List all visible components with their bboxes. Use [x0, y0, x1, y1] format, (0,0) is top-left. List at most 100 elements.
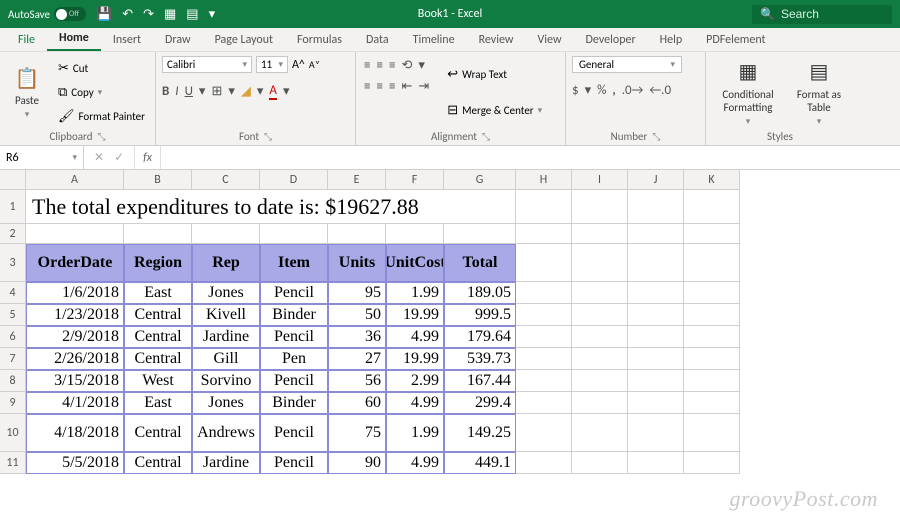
cell[interactable] — [572, 326, 628, 348]
cell[interactable]: 75 — [328, 414, 386, 452]
cell[interactable]: 167.44 — [444, 370, 516, 392]
row-header[interactable]: 7 — [0, 348, 26, 370]
underline-button[interactable]: U — [185, 84, 193, 99]
align-middle-icon[interactable]: ≡ — [376, 58, 382, 73]
cell[interactable]: Sorvino — [192, 370, 260, 392]
cell[interactable]: 149.25 — [444, 414, 516, 452]
cell[interactable]: Pencil — [260, 326, 328, 348]
cell[interactable] — [628, 304, 684, 326]
cell[interactable]: 4.99 — [386, 326, 444, 348]
cell[interactable] — [516, 244, 572, 282]
cell[interactable] — [628, 244, 684, 282]
cell[interactable]: Central — [124, 304, 192, 326]
cell[interactable]: 27 — [328, 348, 386, 370]
italic-button[interactable]: I — [175, 84, 178, 99]
col-header[interactable]: H — [516, 170, 572, 190]
cell[interactable]: East — [124, 392, 192, 414]
cell[interactable]: UnitCost — [386, 244, 444, 282]
cell[interactable] — [628, 224, 684, 244]
border-icon[interactable]: ⊞ — [211, 84, 222, 99]
cell[interactable]: The total expenditures to date is: $1962… — [26, 190, 516, 224]
cell[interactable]: Central — [124, 326, 192, 348]
cell[interactable]: Pencil — [260, 370, 328, 392]
qat-icon[interactable]: ▤ — [186, 7, 198, 22]
cell[interactable] — [628, 348, 684, 370]
cell[interactable] — [516, 282, 572, 304]
cell[interactable] — [628, 370, 684, 392]
cell[interactable]: Jones — [192, 392, 260, 414]
cancel-icon[interactable]: ✕ — [94, 150, 104, 165]
cell[interactable] — [572, 224, 628, 244]
align-center-icon[interactable]: ≡ — [376, 79, 382, 94]
cell[interactable] — [516, 452, 572, 474]
col-header[interactable]: C — [192, 170, 260, 190]
cell[interactable]: Kivell — [192, 304, 260, 326]
cell[interactable]: Item — [260, 244, 328, 282]
font-name-select[interactable]: Calibri▾ — [162, 56, 252, 73]
cell[interactable]: 179.64 — [444, 326, 516, 348]
row-header[interactable]: 4 — [0, 282, 26, 304]
row-header[interactable]: 9 — [0, 392, 26, 414]
undo-icon[interactable]: ↶ — [122, 7, 133, 22]
cell[interactable] — [684, 392, 740, 414]
row-header[interactable]: 3 — [0, 244, 26, 282]
cell[interactable] — [572, 190, 628, 224]
cell[interactable]: 4.99 — [386, 452, 444, 474]
cell[interactable]: 449.1 — [444, 452, 516, 474]
search-input[interactable] — [781, 7, 881, 21]
cell[interactable]: 50 — [328, 304, 386, 326]
cell[interactable] — [328, 224, 386, 244]
align-bottom-icon[interactable]: ≡ — [389, 58, 395, 73]
tab-insert[interactable]: Insert — [101, 29, 153, 51]
cell[interactable]: Gill — [192, 348, 260, 370]
cell[interactable]: 19.99 — [386, 304, 444, 326]
cell[interactable]: 3/15/2018 — [26, 370, 124, 392]
cell[interactable] — [684, 190, 740, 224]
tab-help[interactable]: Help — [648, 29, 695, 51]
cell[interactable] — [684, 282, 740, 304]
row-header[interactable]: 5 — [0, 304, 26, 326]
cell[interactable] — [628, 452, 684, 474]
col-header[interactable]: J — [628, 170, 684, 190]
cell[interactable] — [572, 348, 628, 370]
cell[interactable]: Central — [124, 348, 192, 370]
cell[interactable] — [628, 190, 684, 224]
enter-icon[interactable]: ✓ — [114, 150, 124, 165]
qat-dropdown-icon[interactable]: ▾ — [209, 7, 216, 22]
cell[interactable]: Rep — [192, 244, 260, 282]
launcher-icon[interactable]: ⤡ — [264, 130, 272, 143]
tab-data[interactable]: Data — [354, 29, 401, 51]
cell[interactable] — [628, 282, 684, 304]
cell[interactable]: Pencil — [260, 282, 328, 304]
wrap-text-button[interactable]: ↩Wrap Text — [443, 66, 546, 83]
currency-icon[interactable]: $ — [572, 83, 579, 98]
cell[interactable] — [572, 282, 628, 304]
font-size-select[interactable]: 11▾ — [256, 56, 288, 73]
cell[interactable] — [684, 348, 740, 370]
fill-color-icon[interactable]: ◢ — [241, 84, 251, 99]
tab-pdfelement[interactable]: PDFelement — [694, 29, 777, 51]
cell[interactable] — [192, 224, 260, 244]
tab-developer[interactable]: Developer — [574, 29, 648, 51]
tab-review[interactable]: Review — [467, 29, 526, 51]
cell[interactable]: Jones — [192, 282, 260, 304]
cell[interactable]: Jardine — [192, 452, 260, 474]
tab-draw[interactable]: Draw — [153, 29, 203, 51]
cell[interactable]: West — [124, 370, 192, 392]
paste-button[interactable]: 📋 Paste ▾ — [6, 56, 48, 128]
cell[interactable]: 2/26/2018 — [26, 348, 124, 370]
autosave-toggle[interactable]: AutoSave Off — [8, 7, 86, 21]
redo-icon[interactable]: ↷ — [143, 7, 154, 22]
cell[interactable] — [684, 452, 740, 474]
cell-grid[interactable]: The total expenditures to date is: $1962… — [26, 190, 740, 474]
indent-decrease-icon[interactable]: ⇤ — [401, 79, 412, 94]
cell[interactable]: 999.5 — [444, 304, 516, 326]
col-header[interactable]: F — [386, 170, 444, 190]
cell[interactable]: 36 — [328, 326, 386, 348]
cell[interactable]: 4/18/2018 — [26, 414, 124, 452]
search-box[interactable]: 🔍 — [752, 5, 892, 24]
tab-formulas[interactable]: Formulas — [285, 29, 354, 51]
cell[interactable]: Region — [124, 244, 192, 282]
format-painter-button[interactable]: 🖌Format Painter — [54, 108, 149, 125]
cell[interactable] — [684, 244, 740, 282]
